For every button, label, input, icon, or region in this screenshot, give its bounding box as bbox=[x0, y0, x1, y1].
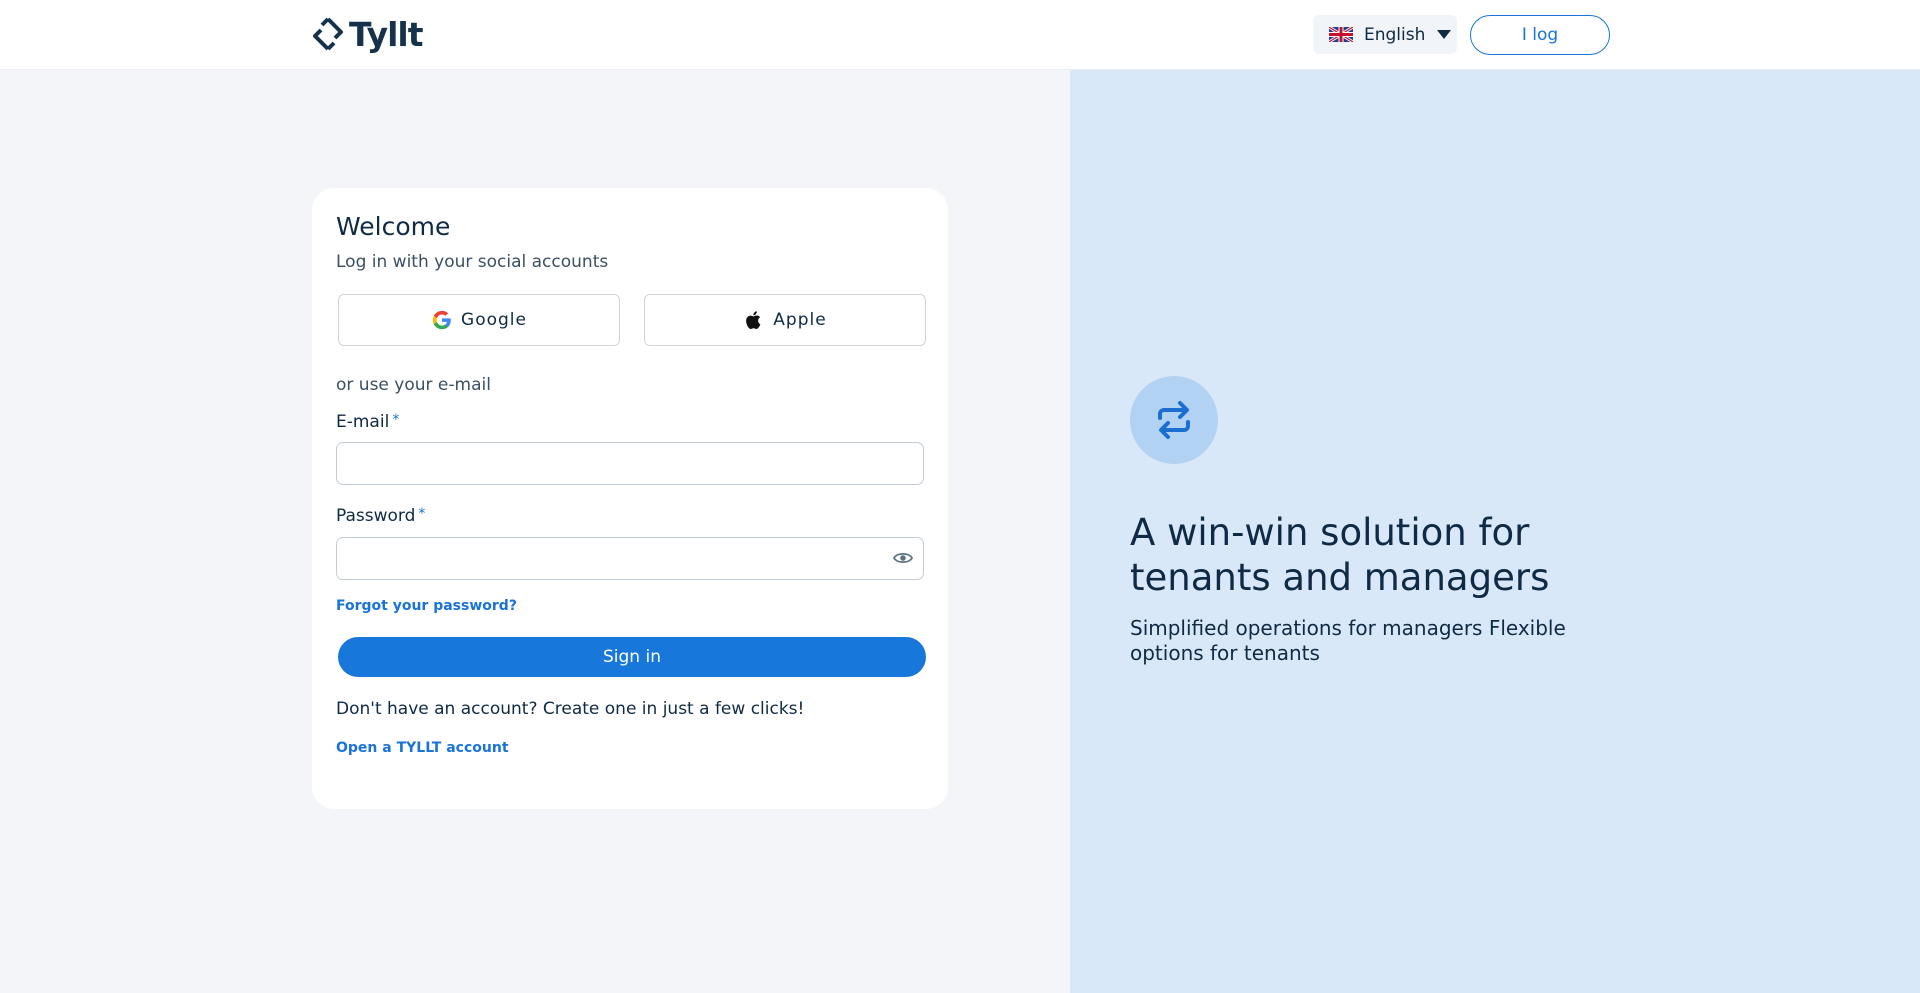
logo-diamond-icon bbox=[313, 17, 343, 51]
promo-icon-circle bbox=[1130, 376, 1218, 464]
chevron-down-icon bbox=[1437, 30, 1452, 39]
sign-in-button[interactable]: Sign in bbox=[338, 637, 926, 677]
apple-login-button[interactable]: Apple bbox=[644, 294, 926, 346]
login-card: Welcome Log in with your social accounts… bbox=[312, 188, 948, 809]
apple-icon bbox=[746, 311, 761, 329]
welcome-title: Welcome bbox=[336, 212, 451, 241]
eye-icon[interactable] bbox=[893, 550, 913, 566]
or-email-text: or use your e-mail bbox=[336, 375, 491, 395]
no-account-text: Don't have an account? Create one in jus… bbox=[336, 699, 805, 719]
login-header-button[interactable]: I log bbox=[1470, 15, 1610, 55]
social-subtitle: Log in with your social accounts bbox=[336, 252, 609, 272]
password-field[interactable] bbox=[336, 537, 924, 580]
google-login-button[interactable]: Google bbox=[338, 294, 620, 346]
open-account-link[interactable]: Open a TYLLT account bbox=[336, 740, 509, 756]
top-header: Tyllt English I log bbox=[0, 0, 1920, 70]
logo-text: Tyllt bbox=[349, 14, 424, 54]
password-label: Password * bbox=[336, 506, 425, 526]
email-label: E-mail * bbox=[336, 412, 399, 432]
login-area: Welcome Log in with your social accounts… bbox=[0, 70, 1070, 993]
promo-text: Simplified operations for managers Flexi… bbox=[1130, 616, 1566, 665]
google-label: Google bbox=[461, 310, 527, 330]
promo-title: A win-win solution for tenants and manag… bbox=[1130, 511, 1550, 599]
required-marker: * bbox=[418, 506, 426, 522]
apple-label: Apple bbox=[773, 310, 827, 330]
required-marker: * bbox=[392, 412, 400, 428]
promo-panel: A win-win solution for tenants and manag… bbox=[1070, 70, 1920, 993]
google-icon bbox=[432, 310, 451, 330]
uk-flag-icon bbox=[1329, 27, 1353, 42]
tyllt-logo[interactable]: Tyllt bbox=[311, 14, 424, 54]
password-label-text: Password bbox=[336, 506, 416, 526]
forgot-password-link[interactable]: Forgot your password? bbox=[336, 598, 517, 614]
arrows-exchange-icon bbox=[1158, 401, 1190, 439]
email-field[interactable] bbox=[336, 442, 924, 485]
email-label-text: E-mail bbox=[336, 412, 390, 432]
language-select[interactable]: English bbox=[1313, 15, 1457, 54]
language-label: English bbox=[1364, 24, 1426, 45]
